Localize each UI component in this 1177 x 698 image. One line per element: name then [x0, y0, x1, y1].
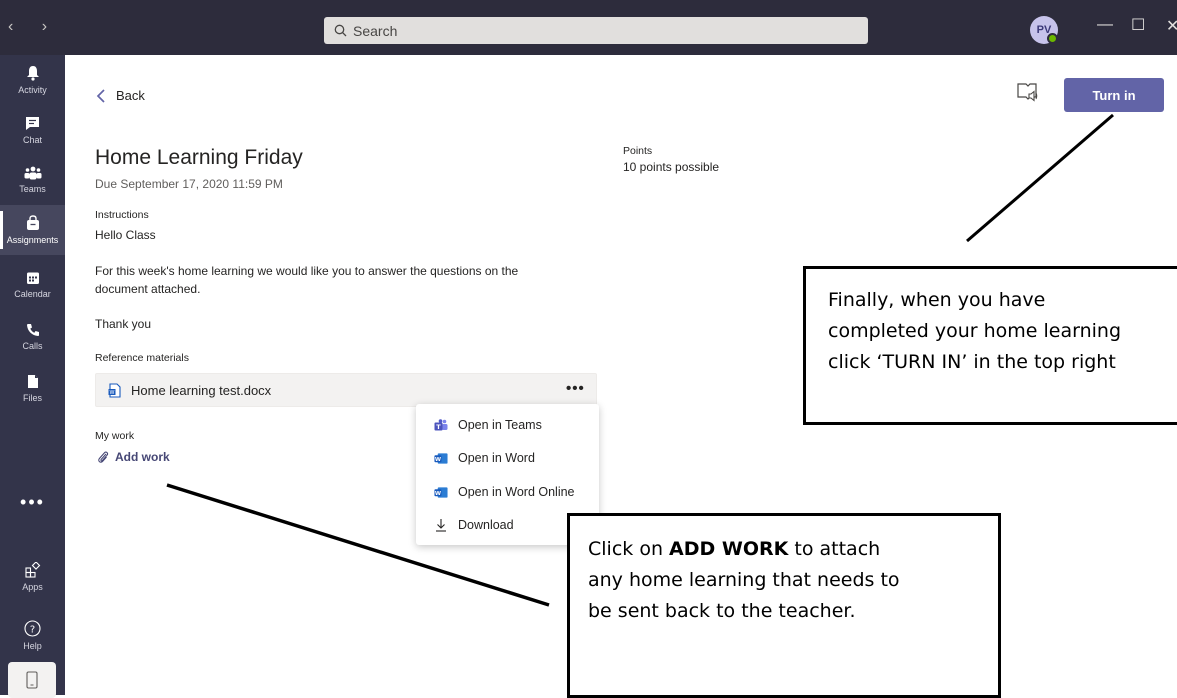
callout-line: click ‘TURN IN’ in the top right	[828, 351, 1116, 373]
search-input[interactable]: Search	[324, 17, 868, 44]
callout-line: any home learning that needs to	[588, 569, 900, 591]
word-icon: W	[434, 485, 448, 499]
back-label: Back	[116, 88, 145, 103]
add-work-button[interactable]: Add work	[97, 450, 170, 464]
turn-in-button[interactable]: Turn in	[1064, 78, 1164, 112]
mobile-app-button[interactable]	[8, 662, 56, 698]
turn-in-callout: Finally, when you have completed your ho…	[803, 266, 1177, 425]
menu-item-label: Open in Word Online	[458, 485, 575, 499]
presence-available-icon	[1047, 33, 1058, 44]
callout-line: completed your home learning	[828, 320, 1122, 342]
svg-text:W: W	[110, 390, 115, 396]
title-bar: ‹ › Search PV — ☐ ✕	[0, 0, 1177, 55]
rail-item-teams[interactable]: Teams	[0, 155, 65, 205]
immersive-reader-icon[interactable]	[1016, 82, 1040, 104]
history-nav[interactable]: ‹ ›	[8, 18, 59, 36]
assignment-title: Home Learning Friday	[95, 146, 303, 169]
points-label: Points	[623, 145, 653, 157]
download-icon	[434, 518, 448, 532]
callout-text: to attach	[788, 538, 881, 560]
mobile-phone-icon	[26, 671, 38, 689]
turn-in-pointer-line	[966, 113, 1114, 243]
rail-label: Chat	[22, 134, 42, 145]
rail-label: Assignments	[6, 235, 59, 245]
add-work-label: Add work	[115, 450, 170, 464]
callout-text: Click on	[588, 538, 670, 560]
maximize-icon[interactable]: ☐	[1131, 15, 1145, 35]
more-options-icon[interactable]: •••	[566, 380, 585, 397]
back-button[interactable]: Back	[96, 88, 145, 103]
instructions-line: Hello Class	[95, 228, 156, 242]
rail-label: Activity	[18, 85, 47, 95]
teams-icon	[24, 166, 41, 180]
rail-label: Calendar	[14, 289, 51, 299]
apps-icon	[24, 562, 40, 578]
reference-materials-label: Reference materials	[95, 352, 189, 364]
minimize-icon[interactable]: —	[1097, 16, 1113, 34]
word-document-icon: W	[108, 383, 121, 398]
more-apps-icon[interactable]: •••	[0, 492, 65, 513]
instructions-line: document attached.	[95, 282, 201, 296]
rail-item-files[interactable]: Files	[0, 363, 65, 413]
phone-call-icon	[26, 324, 39, 336]
due-date: Due September 17, 2020 11:59 PM	[95, 177, 283, 191]
file-icon	[27, 374, 38, 388]
reference-attachment[interactable]: W Home learning test.docx •••	[95, 373, 597, 407]
chat-icon	[26, 116, 39, 130]
search-icon	[334, 24, 347, 37]
close-icon[interactable]: ✕	[1166, 16, 1177, 36]
my-work-label: My work	[95, 430, 135, 442]
app-rail: Activity Chat Teams Assignments Calendar…	[0, 55, 65, 695]
paperclip-icon	[98, 451, 109, 463]
menu-item-open-in-word-online[interactable]: W Open in Word Online	[434, 480, 575, 504]
rail-item-chat[interactable]: Chat	[0, 105, 65, 155]
assignments-bag-icon	[26, 215, 39, 230]
chevron-left-icon	[96, 88, 105, 103]
attachment-name: Home learning test.docx	[131, 383, 272, 398]
callout-emphasis: ADD WORK	[669, 538, 789, 560]
rail-label: Files	[22, 392, 42, 403]
search-placeholder: Search	[353, 22, 398, 39]
instructions-line: For this week's home learning we would l…	[95, 264, 519, 278]
points-value: 10 points possible	[623, 160, 720, 174]
rail-label: Teams	[19, 184, 46, 194]
callout-line: Finally, when you have	[828, 289, 1046, 311]
instructions-line: Thank you	[95, 317, 152, 331]
bell-icon	[26, 66, 39, 81]
rail-item-assignments[interactable]: Assignments	[0, 205, 65, 255]
svg-text:T: T	[436, 423, 441, 431]
word-icon: W	[434, 451, 448, 465]
rail-label: Calls	[22, 341, 43, 351]
calendar-icon	[26, 272, 39, 284]
instructions-label: Instructions	[95, 209, 149, 221]
add-work-callout: Click on ADD WORK to attach any home lea…	[567, 513, 1001, 698]
rail-item-calendar[interactable]: Calendar	[0, 260, 65, 310]
menu-item-label: Open in Teams	[458, 418, 542, 432]
callout-line: be sent back to the teacher.	[588, 600, 856, 622]
menu-item-open-in-teams[interactable]: T Open in Teams	[434, 413, 542, 437]
svg-text:W: W	[435, 490, 441, 496]
rail-label: Apps	[22, 582, 43, 592]
menu-item-label: Download	[458, 518, 514, 532]
rail-item-apps[interactable]: Apps	[0, 552, 65, 602]
svg-text:W: W	[435, 456, 441, 462]
svg-text:?: ?	[30, 624, 35, 635]
menu-item-label: Open in Word	[458, 451, 535, 465]
rail-item-activity[interactable]: Activity	[0, 55, 65, 105]
teams-icon: T	[434, 418, 448, 432]
callout-line: Click on ADD WORK to attach	[588, 534, 998, 565]
menu-item-open-in-word[interactable]: W Open in Word	[434, 446, 535, 470]
help-icon: ?	[24, 619, 41, 637]
menu-item-download[interactable]: Download	[434, 513, 514, 537]
rail-item-calls[interactable]: Calls	[0, 312, 65, 362]
rail-item-help[interactable]: ? Help	[0, 610, 65, 660]
rail-label: Help	[23, 640, 42, 651]
